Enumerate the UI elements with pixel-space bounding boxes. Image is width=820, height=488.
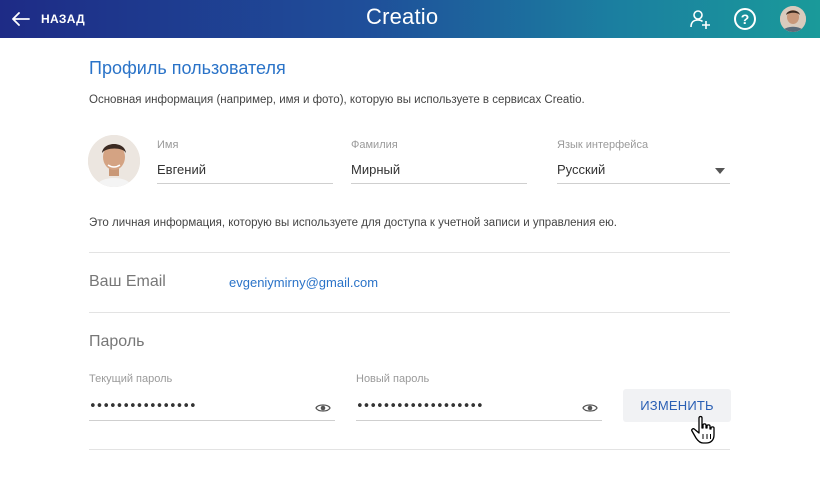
divider xyxy=(89,449,730,450)
chevron-down-icon[interactable] xyxy=(715,168,725,174)
first-name-input[interactable]: Евгений xyxy=(157,162,333,184)
language-label: Язык интерфейса xyxy=(557,139,649,151)
page-title: Профиль пользователя xyxy=(89,58,286,78)
help-icon: ? xyxy=(734,8,756,30)
last-name-field[interactable]: Фамилия Мирный xyxy=(351,139,527,184)
hand-cursor-icon xyxy=(691,415,715,444)
arrow-left-icon xyxy=(12,12,30,26)
top-header: НАЗАД Creatio ? xyxy=(0,0,820,38)
profile-intro-text: Основная информация (например, имя и фот… xyxy=(89,94,585,106)
profile-photo-image xyxy=(88,135,140,187)
email-label: Ваш Email xyxy=(89,273,166,290)
divider xyxy=(89,252,730,253)
new-password-input[interactable]: ••••••••••••••••••• xyxy=(356,399,484,414)
current-password-input[interactable]: •••••••••••••••• xyxy=(89,399,197,414)
user-avatar-icon xyxy=(780,6,806,32)
user-avatar[interactable] xyxy=(780,6,806,32)
add-user-button[interactable] xyxy=(688,7,712,31)
new-password-label: Новый пароль xyxy=(356,373,430,385)
language-select[interactable]: Русский xyxy=(557,162,730,184)
language-value: Русский xyxy=(557,162,606,177)
new-password-field[interactable]: Новый пароль ••••••••••••••••••• xyxy=(356,373,602,421)
email-link[interactable]: evgeniymirny@gmail.com xyxy=(229,275,378,290)
last-name-input[interactable]: Мирный xyxy=(351,162,527,184)
last-name-label: Фамилия xyxy=(351,139,398,151)
current-password-label: Текущий пароль xyxy=(89,373,173,385)
account-info-text: Это личная информация, которую вы исполь… xyxy=(89,217,617,229)
eye-icon[interactable] xyxy=(315,402,331,414)
back-button[interactable]: НАЗАД xyxy=(12,0,85,38)
language-field[interactable]: Язык интерфейса Русский xyxy=(557,139,730,184)
eye-icon[interactable] xyxy=(582,402,598,414)
current-password-field[interactable]: Текущий пароль •••••••••••••••• xyxy=(89,373,335,421)
divider xyxy=(89,312,730,313)
password-section-title: Пароль xyxy=(89,333,145,350)
back-label: НАЗАД xyxy=(41,12,86,26)
creatio-logo: Creatio xyxy=(366,4,439,29)
first-name-label: Имя xyxy=(157,139,179,151)
add-user-icon xyxy=(690,10,710,29)
first-name-field[interactable]: Имя Евгений xyxy=(157,139,333,184)
help-button[interactable]: ? xyxy=(733,7,757,31)
profile-photo[interactable] xyxy=(88,135,140,187)
